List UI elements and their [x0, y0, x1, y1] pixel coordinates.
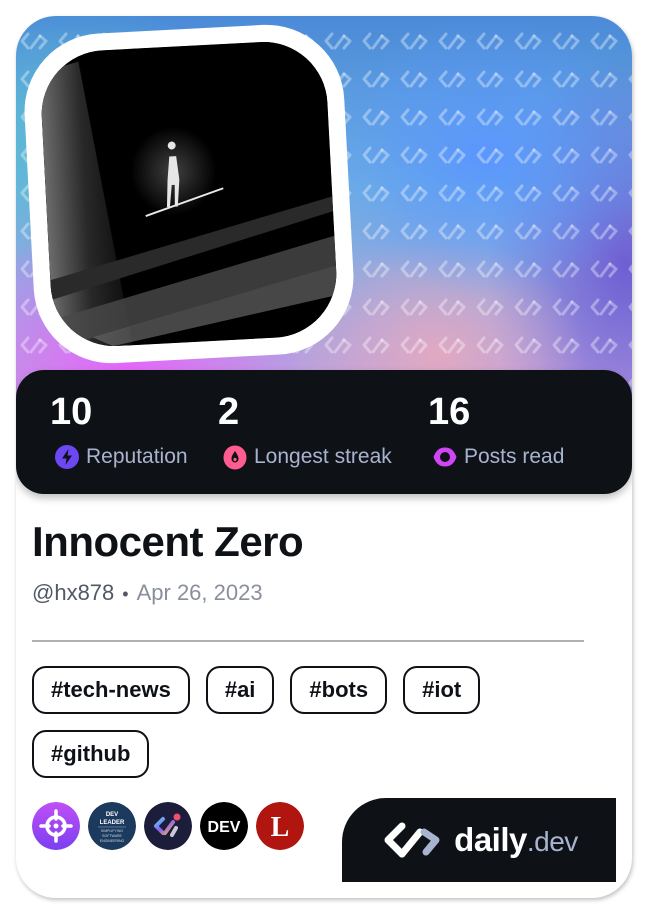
posts-read-label: Posts read — [464, 445, 565, 468]
flame-icon — [222, 444, 248, 470]
svg-text:SIMPLIFYING: SIMPLIFYING — [101, 829, 123, 833]
tag-tech-news[interactable]: #tech-news — [32, 666, 190, 714]
posts-read-value: 16 — [428, 391, 471, 433]
stats-bar: 10 Reputation 2 Longest streak 16 Posts … — [16, 370, 632, 494]
reputation-label: Reputation — [86, 445, 188, 468]
dev-to-logo: DEV — [200, 802, 248, 850]
daily-dev-logo-icon — [380, 820, 446, 860]
source-l[interactable]: L — [256, 802, 304, 850]
profile-name: Innocent Zero — [32, 518, 304, 565]
hero-background — [16, 16, 632, 396]
brand-name: daily — [454, 821, 527, 858]
tag-list: #tech-news #ai #bots #iot #github — [32, 666, 592, 778]
brand-tld: .dev — [526, 826, 578, 857]
svg-text:LEADER: LEADER — [100, 820, 125, 826]
lightning-icon — [54, 444, 80, 470]
longest-streak-value: 2 — [218, 391, 240, 433]
tag-bots[interactable]: #bots — [290, 666, 388, 714]
avatar-frame — [20, 20, 358, 368]
tag-github[interactable]: #github — [32, 730, 150, 778]
daily-dev-squad-logo — [144, 802, 192, 850]
eye-icon — [432, 444, 458, 470]
source-daily-dev-squad[interactable] — [144, 802, 192, 850]
l-logo: L — [256, 802, 304, 850]
daily-dev-brand[interactable]: daily.dev — [342, 798, 616, 882]
profile-meta: @hx878 • Apr 26, 2023 — [32, 580, 263, 606]
tag-iot[interactable]: #iot — [403, 666, 481, 714]
svg-text:DEV: DEV — [106, 812, 118, 818]
reputation-value: 10 — [50, 391, 93, 433]
source-list: DEV LEADER SIMPLIFYING SOFTWARE ENGINEER… — [32, 802, 304, 850]
source-crosshair[interactable] — [32, 802, 80, 850]
tag-ai[interactable]: #ai — [205, 666, 275, 714]
divider — [32, 640, 584, 642]
svg-text:ENGINEERING: ENGINEERING — [100, 839, 125, 843]
source-dev-leader[interactable]: DEV LEADER SIMPLIFYING SOFTWARE ENGINEER… — [88, 802, 136, 850]
separator-dot: • — [122, 584, 129, 604]
joined-date: Apr 26, 2023 — [136, 580, 263, 605]
source-dev-to[interactable]: DEV — [200, 802, 248, 850]
svg-text:L: L — [271, 812, 290, 843]
longest-streak-label: Longest streak — [254, 445, 392, 468]
avatar[interactable] — [38, 38, 340, 350]
svg-text:SOFTWARE: SOFTWARE — [102, 834, 122, 838]
profile-handle[interactable]: @hx878 — [32, 580, 114, 606]
svg-text:DEV: DEV — [208, 819, 241, 836]
crosshair-icon — [32, 802, 80, 850]
dev-leader-logo: DEV LEADER SIMPLIFYING SOFTWARE ENGINEER… — [88, 802, 136, 850]
